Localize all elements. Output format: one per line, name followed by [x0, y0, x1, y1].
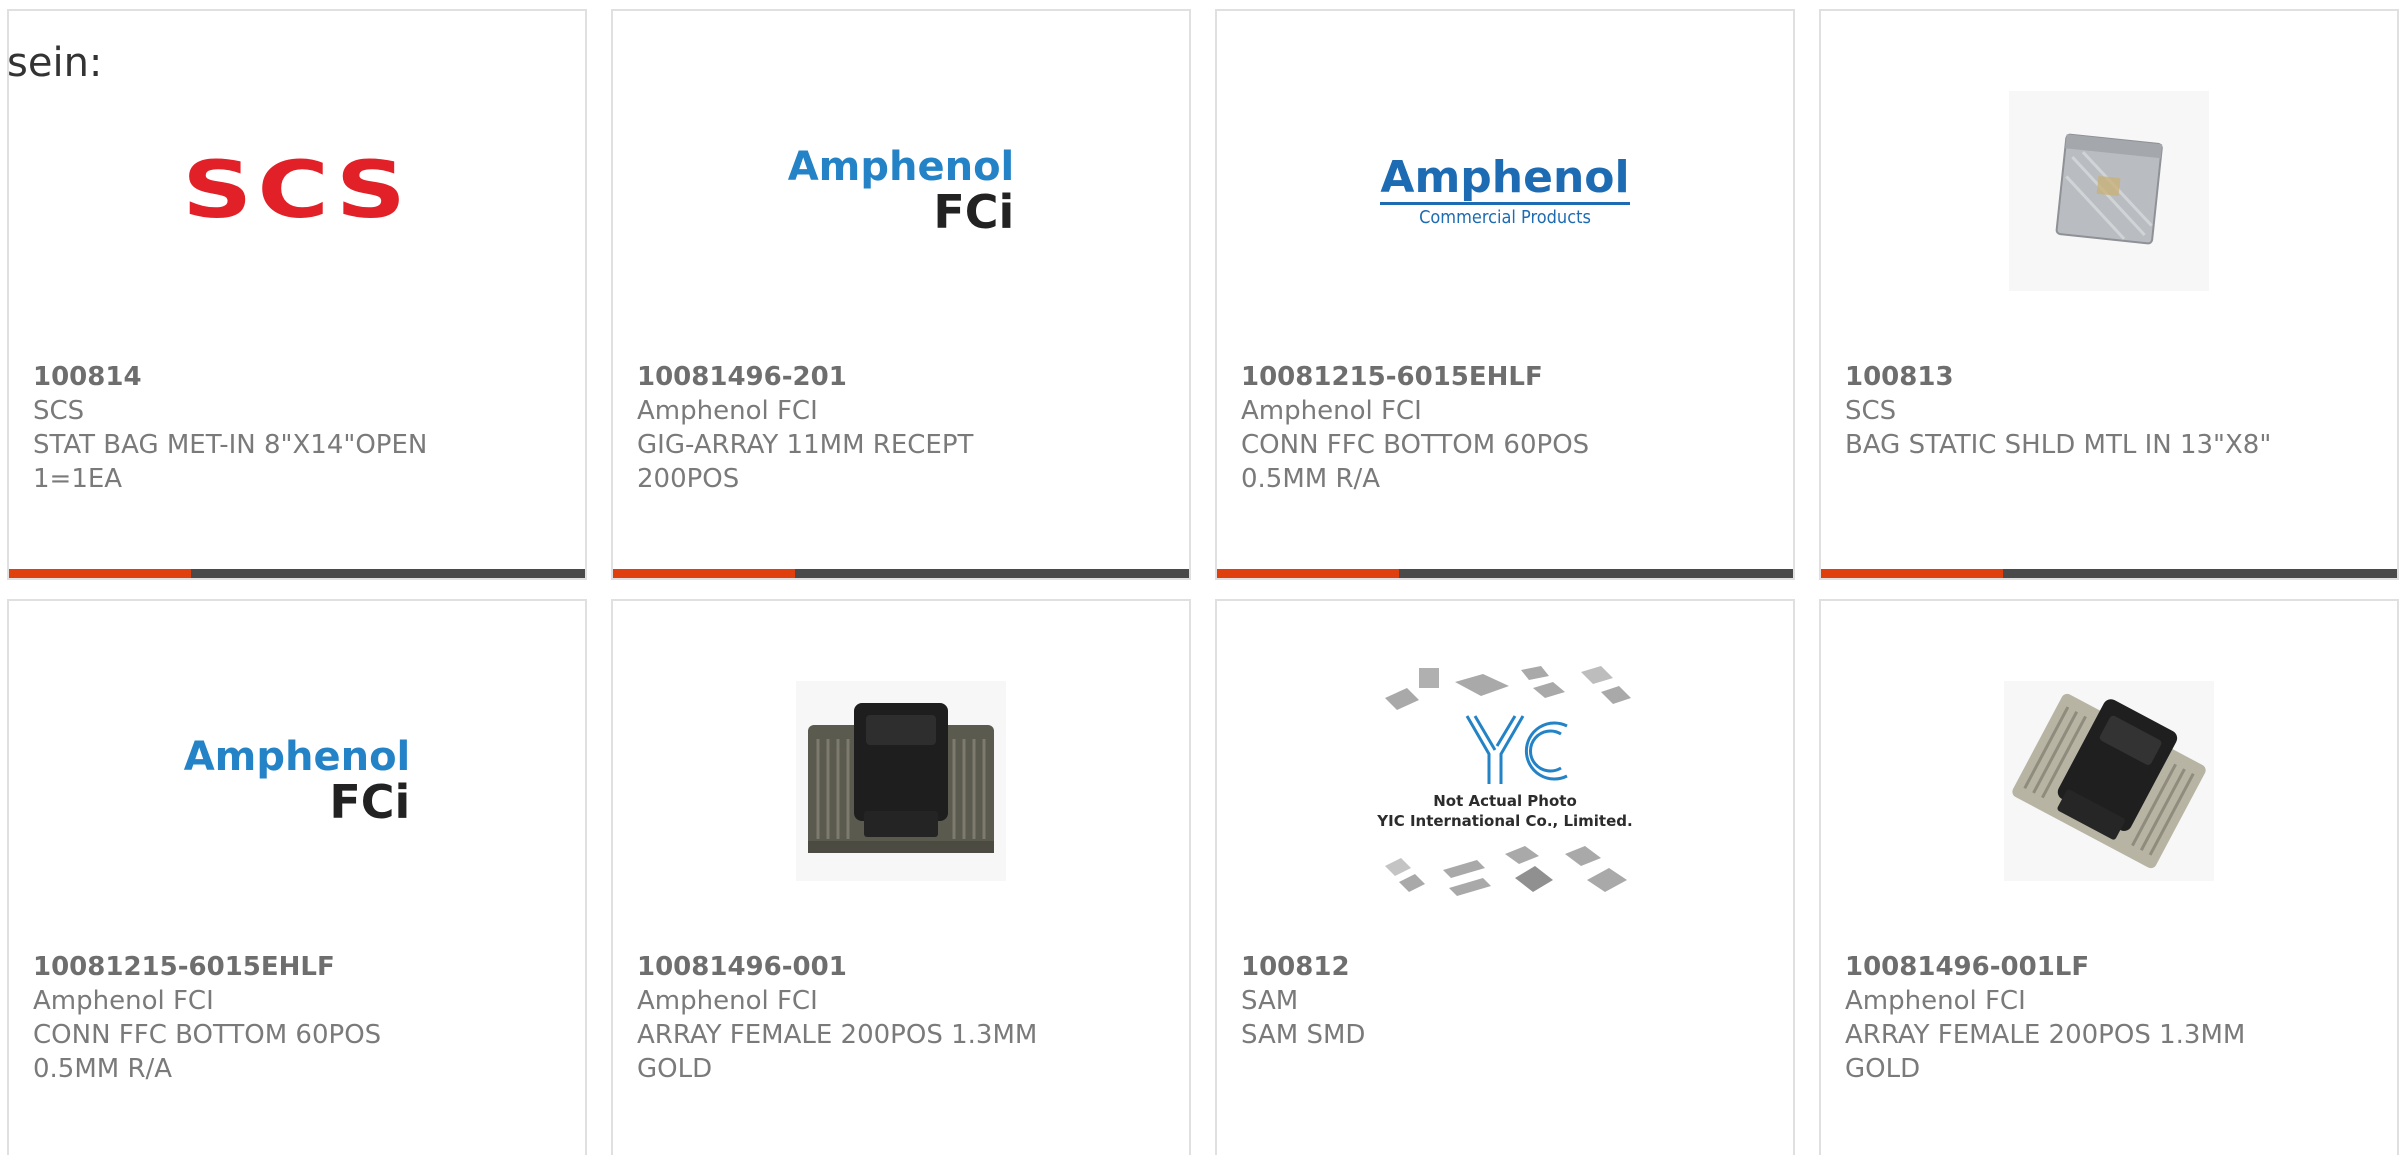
- manufacturer: Amphenol FCI: [1845, 986, 2026, 1016]
- product-image[interactable]: [613, 651, 1189, 911]
- product-card[interactable]: 10081496-001LF Amphenol FCI ARRAY FEMALE…: [1819, 599, 2399, 1155]
- amphenol-commercial-logo: Amphenol Commercial Products: [1380, 151, 1630, 228]
- product-image[interactable]: SCS: [9, 61, 585, 321]
- manufacturer: SCS: [33, 396, 85, 426]
- card-accent: [613, 569, 795, 578]
- intro-text: sein:: [7, 40, 103, 86]
- description-line: GOLD: [637, 1054, 713, 1084]
- part-number[interactable]: 100814: [33, 360, 575, 394]
- card-bottom-bar: [613, 569, 1189, 578]
- card-bottom-bar: [1821, 569, 2397, 578]
- logo-sub: Commercial Products: [1419, 206, 1591, 228]
- card-accent: [1821, 569, 2003, 578]
- description-line: CONN FFC BOTTOM 60POS: [1241, 430, 1590, 460]
- card-bottom-bar: [9, 569, 585, 578]
- placeholder-line1: Not Actual Photo: [1433, 792, 1577, 810]
- part-number[interactable]: 10081496-201: [637, 360, 1179, 394]
- amphenol-fci-logo: Amphenol FCi: [184, 737, 411, 825]
- product-info: 100812 SAM SAM SMD: [1241, 950, 1783, 1052]
- manufacturer: Amphenol FCI: [33, 986, 214, 1016]
- part-number[interactable]: 10081215-6015EHLF: [33, 950, 575, 984]
- product-image[interactable]: [1821, 61, 2397, 321]
- card-accent: [9, 569, 191, 578]
- product-image[interactable]: [1821, 651, 2397, 911]
- product-card[interactable]: Amphenol FCi 10081496-201 Amphenol FCI G…: [611, 9, 1191, 580]
- product-card[interactable]: 100813 SCS BAG STATIC SHLD MTL IN 13"X8": [1819, 9, 2399, 580]
- placeholder-line2: YIC International Co., Limited.: [1376, 812, 1632, 830]
- description-line: 1=1EA: [33, 464, 123, 494]
- description-line: BAG STATIC SHLD MTL IN 13"X8": [1845, 430, 2272, 460]
- logo-wordmark: Amphenol: [1380, 151, 1630, 205]
- logo-sub: FCi: [933, 185, 1015, 239]
- description-line: 0.5MM R/A: [33, 1054, 173, 1084]
- product-card[interactable]: Amphenol Commercial Products 10081215-60…: [1215, 9, 1795, 580]
- card-bottom-bar: [1217, 569, 1793, 578]
- product-image[interactable]: Amphenol Commercial Products: [1217, 61, 1793, 321]
- part-number[interactable]: 10081215-6015EHLF: [1241, 360, 1783, 394]
- description-line: 0.5MM R/A: [1241, 464, 1381, 494]
- product-card[interactable]: SCS 100814 SCS STAT BAG MET-IN 8"X14"OPE…: [7, 9, 587, 580]
- part-number[interactable]: 10081496-001: [637, 950, 1179, 984]
- amphenol-fci-logo: Amphenol FCi: [788, 147, 1015, 235]
- description-line: CONN FFC BOTTOM 60POS: [33, 1020, 382, 1050]
- product-image[interactable]: Not Actual Photo YIC International Co., …: [1217, 651, 1793, 911]
- product-info: 10081215-6015EHLF Amphenol FCI CONN FFC …: [33, 950, 575, 1086]
- connector-photo: [796, 681, 1006, 881]
- manufacturer: SCS: [1845, 396, 1897, 426]
- part-number[interactable]: 100812: [1241, 950, 1783, 984]
- product-info: 10081215-6015EHLF Amphenol FCI CONN FFC …: [1241, 360, 1783, 496]
- product-card[interactable]: 10081496-001 Amphenol FCI ARRAY FEMALE 2…: [611, 599, 1191, 1155]
- manufacturer: Amphenol FCI: [637, 986, 818, 1016]
- description-line: 200POS: [637, 464, 740, 494]
- product-image[interactable]: Amphenol FCi: [9, 651, 585, 911]
- product-info: 100814 SCS STAT BAG MET-IN 8"X14"OPEN 1=…: [33, 360, 575, 496]
- yic-placeholder-image: Not Actual Photo YIC International Co., …: [1376, 666, 1633, 896]
- manufacturer: Amphenol FCI: [637, 396, 818, 426]
- logo-wordmark: Amphenol: [787, 144, 1015, 190]
- description-line: GIG-ARRAY 11MM RECEPT: [637, 430, 974, 460]
- static-bag-photo: [2009, 91, 2209, 291]
- scs-logo: SCS: [182, 146, 412, 236]
- description-line: ARRAY FEMALE 200POS 1.3MM: [1845, 1020, 2246, 1050]
- product-grid-page: sein: SCS 100814 SCS STAT BAG MET-IN 8"X…: [0, 0, 2400, 1155]
- logo-wordmark: Amphenol: [183, 734, 411, 780]
- manufacturer: SAM: [1241, 986, 1299, 1016]
- product-card[interactable]: Amphenol FCi 10081215-6015EHLF Amphenol …: [7, 599, 587, 1155]
- product-card[interactable]: Not Actual Photo YIC International Co., …: [1215, 599, 1795, 1155]
- product-info: 10081496-001LF Amphenol FCI ARRAY FEMALE…: [1845, 950, 2387, 1086]
- description-line: STAT BAG MET-IN 8"X14"OPEN: [33, 430, 428, 460]
- product-image[interactable]: Amphenol FCi: [613, 61, 1189, 321]
- product-info: 100813 SCS BAG STATIC SHLD MTL IN 13"X8": [1845, 360, 2387, 462]
- description-line: SAM SMD: [1241, 1020, 1366, 1050]
- part-number[interactable]: 100813: [1845, 360, 2387, 394]
- description-line: GOLD: [1845, 1054, 1921, 1084]
- card-accent: [1217, 569, 1399, 578]
- product-info: 10081496-201 Amphenol FCI GIG-ARRAY 11MM…: [637, 360, 1179, 496]
- description-line: ARRAY FEMALE 200POS 1.3MM: [637, 1020, 1038, 1050]
- product-info: 10081496-001 Amphenol FCI ARRAY FEMALE 2…: [637, 950, 1179, 1086]
- logo-sub: FCi: [329, 775, 411, 829]
- connector-photo-angled: [2004, 681, 2214, 881]
- part-number[interactable]: 10081496-001LF: [1845, 950, 2387, 984]
- manufacturer: Amphenol FCI: [1241, 396, 1422, 426]
